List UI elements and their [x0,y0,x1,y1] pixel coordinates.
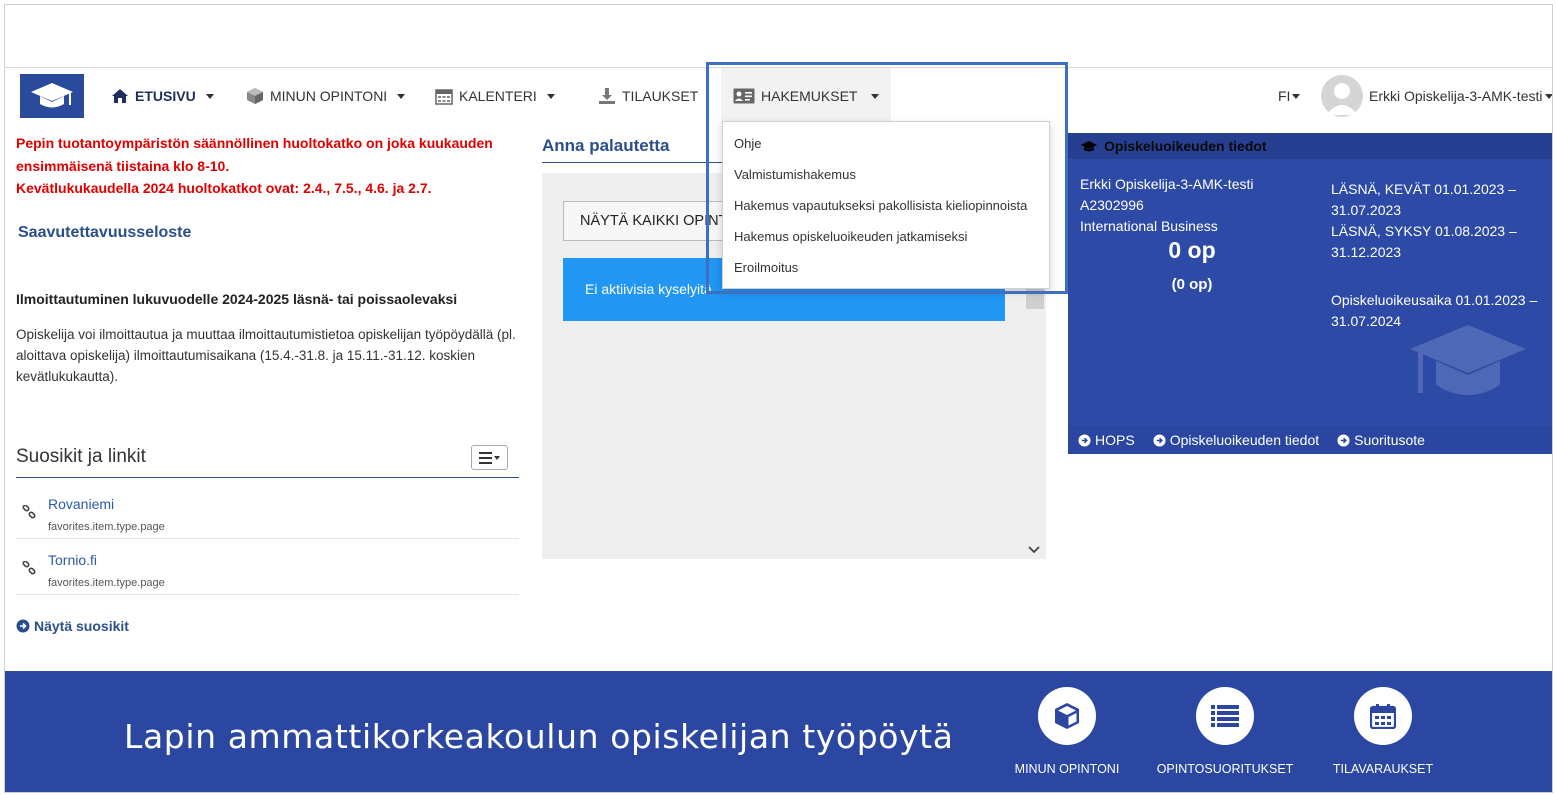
chevron-down-icon [1292,93,1301,99]
footer-tilavaraukset-button[interactable]: TILAVARAUKSET [1308,687,1458,776]
chevron-down-icon [397,93,406,99]
list-icon [1196,687,1254,745]
dropdown-item-kielivapautus[interactable]: Hakemus vapautukseksi pakollisista kieli… [723,190,1049,221]
footer-opintosuoritukset-button[interactable]: OPINTOSUORITUKSET [1150,687,1300,776]
chevron-down-icon[interactable] [1028,541,1040,559]
favorites-menu-button[interactable] [471,445,508,470]
dropdown-item-valmistumishakemus[interactable]: Valmistumishakemus [723,159,1049,190]
credits-sub: (0 op) [1171,276,1213,293]
graduation-cap-icon [1408,323,1528,410]
favorites-title: Suosikit ja linkit [16,446,146,467]
favorite-link[interactable]: Tornio.fi [48,552,97,568]
link-icon [22,560,36,580]
favorite-link[interactable]: Rovaniemi [48,496,114,512]
home-logo[interactable] [20,74,84,118]
arrow-circle-right-icon [1078,433,1091,447]
calendar-icon [435,87,453,105]
nav-tilaukset[interactable]: TILAUKSET [598,68,698,124]
chevron-down-icon [1545,93,1552,99]
chevron-down-icon [871,93,880,99]
cube-icon [246,87,264,105]
show-all-courses-button[interactable]: NÄYTÄ KAIKKI OPINTOJAKSOT [563,201,733,241]
id-card-icon [733,88,755,104]
transcript-link[interactable]: Suoritusote [1337,432,1425,448]
card-header: Opiskeluoikeuden tiedot [1068,133,1552,159]
nav-kalenteri[interactable]: KALENTERI [435,68,555,124]
footer-minun-opintoni-button[interactable]: MINUN OPINTONI [992,687,1142,776]
language-selector[interactable]: FI [1278,68,1301,124]
arrow-circle-right-icon [16,619,30,633]
favorite-type: favorites.item.type.page [48,577,165,589]
feedback-divider [542,162,722,163]
dropdown-item-ohje[interactable]: Ohje [723,128,1049,159]
show-favorites-link[interactable]: Näytä suosikit [16,618,129,634]
link-icon [22,504,36,524]
accessibility-link[interactable]: Saavutettavuusseloste [18,224,191,242]
list-item: Rovaniemi favorites.item.type.page [16,483,519,539]
feedback-title: Anna palautetta [542,136,670,155]
card-footer-links: HOPS Opiskeluoikeuden tiedot Suoritusote [1068,426,1552,454]
presence-periods: LÄSNÄ, KEVÄT 01.01.2023 – 31.07.2023 LÄS… [1331,181,1517,260]
arrow-circle-right-icon [1337,433,1350,447]
list-item: Tornio.fi favorites.item.type.page [16,539,519,595]
user-name: Erkki Opiskelija-3-AMK-testi [1369,88,1543,104]
footer-title: Lapin ammattikorkeakoulun opiskelijan ty… [124,717,954,756]
app-frame: ETUSIVU MINUN OPINTONI KALENTERI TILAUKS… [4,4,1553,793]
favorite-type: favorites.item.type.page [48,521,165,533]
graduation-cap-icon [31,83,73,108]
hakemukset-dropdown: Ohje Valmistumishakemus Hakemus vapautuk… [722,121,1050,289]
calendar-icon [1354,687,1412,745]
arrow-circle-right-icon [1153,433,1166,447]
top-navbar: ETUSIVU MINUN OPINTONI KALENTERI TILAUKS… [5,67,1552,124]
credits-total: 0 op [1168,237,1216,263]
nav-minun-opintoni[interactable]: MINUN OPINTONI [246,68,406,124]
registration-text: Opiskelija voi ilmoittautua ja muuttaa i… [16,327,516,384]
cube-icon [1038,687,1096,745]
study-right-details-link[interactable]: Opiskeluoikeuden tiedot [1153,432,1319,448]
registration-title: Ilmoittautuminen lukuvuodelle 2024-2025 … [16,291,458,307]
user-menu[interactable]: Erkki Opiskelija-3-AMK-testi [1321,68,1552,124]
student-info: Erkki Opiskelija-3-AMK-testi A2302996 In… [1080,176,1254,234]
avatar [1321,75,1363,117]
dropdown-item-eroilmoitus[interactable]: Eroilmoitus [723,252,1049,283]
footer-banner: Lapin ammattikorkeakoulun opiskelijan ty… [5,671,1552,792]
maintenance-notice: Pepin tuotantoympäristön säännöllinen hu… [16,135,493,196]
nav-hakemukset[interactable]: HAKEMUKSET [721,68,892,124]
favorites-divider [16,477,519,478]
study-right-card: Opiskeluoikeuden tiedot Erkki Opiskelija… [1068,133,1552,454]
download-icon [598,87,616,105]
hops-link[interactable]: HOPS [1078,432,1135,448]
nav-etusivu[interactable]: ETUSIVU [111,68,214,124]
dropdown-item-jatkaminen[interactable]: Hakemus opiskeluoikeuden jatkamiseksi [723,221,1049,252]
chevron-down-icon [205,93,214,99]
list-menu-icon [478,451,500,464]
home-icon [111,88,129,104]
chevron-down-icon [546,93,555,99]
graduation-cap-icon [1081,140,1097,151]
